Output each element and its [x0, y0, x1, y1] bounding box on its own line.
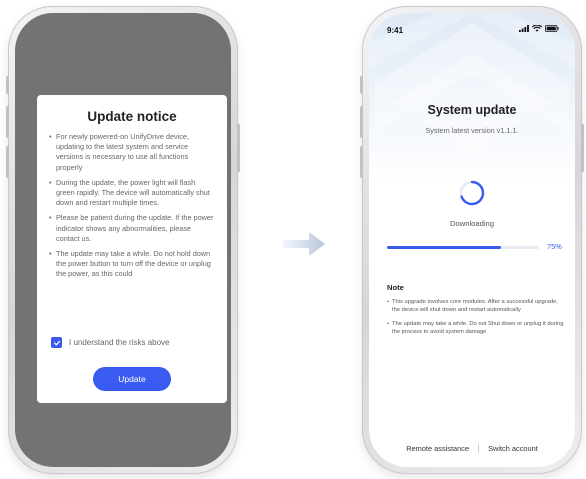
note-item: The update may take a while. Do not Shut…	[387, 320, 565, 337]
volume-up-button	[6, 106, 9, 138]
battery-icon	[545, 25, 559, 32]
footer-divider	[478, 444, 480, 453]
left-phone-frame: Update notice For newly powered-on Unify…	[6, 6, 240, 474]
download-status: Downloading	[450, 219, 494, 228]
loading-spinner-icon	[459, 180, 485, 206]
version-subtitle: System latest version v1.1.1.	[425, 126, 519, 135]
download-progress-bar	[387, 246, 539, 249]
notice-list[interactable]: For newly powered-on UnifyDrive device, …	[49, 132, 215, 308]
update-notice-dialog: Update notice For newly powered-on Unify…	[37, 95, 227, 403]
arrow-right-icon	[283, 232, 325, 256]
agree-row[interactable]: I understand the risks above	[51, 337, 170, 348]
check-icon	[53, 340, 60, 345]
status-bar: 9:41	[369, 13, 575, 43]
wifi-icon	[532, 25, 542, 32]
switch-account-link[interactable]: Switch account	[488, 444, 538, 453]
right-phone-frame: 9:41 System update System latest version…	[360, 6, 584, 474]
agree-label: I understand the risks above	[69, 338, 170, 347]
scroll-fade	[49, 290, 215, 308]
progress-percent: 75%	[547, 242, 562, 251]
notice-item: For newly powered-on UnifyDrive device, …	[49, 132, 215, 173]
note-title: Note	[387, 283, 404, 292]
notice-item: Please be patient during the update. If …	[49, 213, 215, 244]
note-list: This upgrade involves core modules. Afte…	[387, 298, 565, 342]
volume-up-button	[360, 106, 363, 138]
signal-icon	[519, 25, 529, 32]
update-button[interactable]: Update	[93, 367, 171, 391]
mute-switch	[360, 76, 363, 94]
note-item: This upgrade involves core modules. Afte…	[387, 298, 565, 315]
volume-down-button	[360, 146, 363, 178]
dialog-title: Update notice	[87, 109, 177, 124]
progress-fill	[387, 246, 501, 249]
power-button	[581, 124, 584, 172]
status-time: 9:41	[387, 26, 404, 35]
power-button	[237, 124, 240, 172]
mute-switch	[6, 76, 9, 94]
notice-item: During the update, the power light will …	[49, 178, 215, 209]
footer-links: Remote assistance Switch account	[369, 444, 575, 453]
status-icons	[519, 25, 559, 32]
system-update-screen: 9:41 System update System latest version…	[369, 13, 575, 467]
page-title: System update	[427, 103, 517, 117]
left-screen-overlay: Update notice For newly powered-on Unify…	[15, 13, 231, 467]
notice-item: The update may take a while. Do not hold…	[49, 249, 215, 280]
agree-checkbox[interactable]	[51, 337, 62, 348]
volume-down-button	[6, 146, 9, 178]
remote-assistance-link[interactable]: Remote assistance	[406, 444, 469, 453]
